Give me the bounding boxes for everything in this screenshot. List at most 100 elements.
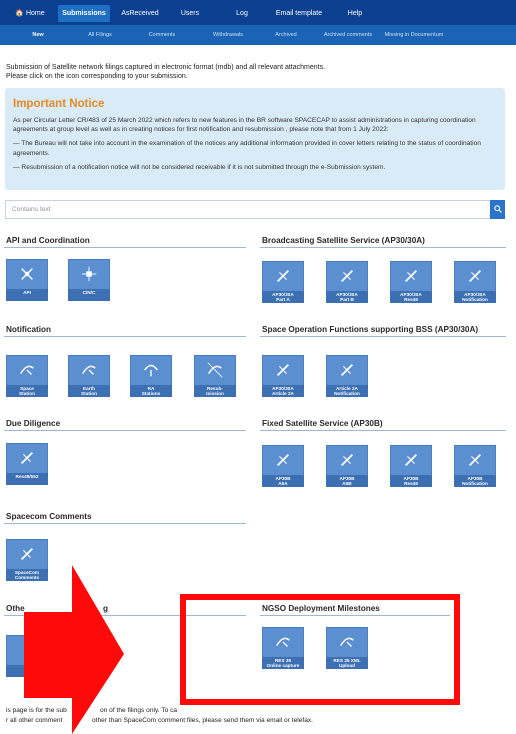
satellite-icon [340,269,354,283]
search-placeholder: Contains text [12,206,51,213]
satellite-icon [468,269,482,283]
tile-label: Article 2A Notification [326,385,368,397]
tile-label: RA Stations [130,385,172,397]
section-title-spacecom-comments: Spacecom Comments [6,512,92,521]
subnav-archived-comments[interactable]: Archived comments [318,25,378,45]
section-divider [4,430,246,431]
section-divider [4,336,246,337]
tile-label: API [6,289,48,301]
satellite-dish-icon [207,362,223,378]
tile-res49-552[interactable]: Res49/552 [6,443,48,485]
tile-spacecom-comments[interactable]: SpaceCom Comments [6,539,48,581]
notice-paragraph-1: As per Circular Letter CR/483 of 25 Marc… [13,117,476,134]
tile-label: Earth Station [68,385,110,397]
page: 🏠 Home Submissions AsReceived Users Log … [0,0,516,734]
subnav-withdrawals[interactable]: Withdrawals [200,25,256,45]
subnav-archived[interactable]: Archived [266,25,306,45]
tile-resubmission[interactable]: Resub- mission [194,355,236,397]
highlight-box [180,594,460,705]
satellite-icon [20,451,34,465]
footer-line-1-start: is page is for the sub [6,707,67,714]
antenna-grid-icon [81,266,97,282]
intro-line-1: Submission of Satellite network filings … [6,64,326,71]
tile-label: AP30B A6A [262,475,304,487]
tile-ra-stations[interactable]: RA Stations [130,355,172,397]
section-title-other-start: Othe [6,604,25,613]
satellite-icon [340,453,354,467]
satellite-icon [404,453,418,467]
intro-line-2: Please click on the icon corresponding t… [6,73,188,80]
satellite-icon [276,269,290,283]
intro-text: Submission of Satellite network filings … [6,63,325,81]
nav-home[interactable]: 🏠 Home [4,5,56,22]
tile-api[interactable]: API [6,259,48,301]
subnav-all-filings[interactable]: All Filings [76,25,124,45]
section-divider [4,523,246,524]
tile-ap30b-a6a[interactable]: AP30B A6A [262,445,304,487]
nav-log[interactable]: Log [222,5,262,22]
sub-navigation: New All Filings Comments Withdrawals Arc… [0,25,516,45]
nav-asreceived[interactable]: AsReceived [112,5,168,22]
tile-label: AP30/30A Part A [262,291,304,303]
tile-ap30-30a-part-b[interactable]: AP30/30A Part B [326,261,368,303]
notice-paragraph-2: — The Bureau will not take into account … [13,140,481,157]
tile-label: AP30/30A Res49 [390,291,432,303]
notice-body: As per Circular Letter CR/483 of 25 Marc… [13,116,501,177]
important-notice: Important Notice As per Circular Letter … [5,88,505,190]
footer-line-1-end: on of the filings only. To ca [100,707,178,714]
subnav-missing-in-documentum[interactable]: Missing in Documentum [378,25,450,45]
tile-space-station[interactable]: Space Station [6,355,48,397]
tile-cnc[interactable]: C/N/C [68,259,110,301]
tile-label: C/N/C [68,289,110,301]
search-icon [493,205,502,213]
tile-label: Space Station [6,385,48,397]
section-title-due-diligence: Due Diligence [6,419,61,428]
tile-label: AP30B Notification [454,475,496,487]
tile-other[interactable]: Ot [6,635,48,677]
notice-title: Important Notice [13,98,105,110]
tile-ap30-30a-notification[interactable]: AP30/30A Notification [454,261,496,303]
tile-article-2a-notification[interactable]: Article 2A Notification [326,355,368,397]
nav-submissions[interactable]: Submissions [58,5,110,22]
subnav-comments[interactable]: Comments [138,25,186,45]
section-title-fss: Fixed Satellite Service (AP30B) [262,419,383,428]
search-button[interactable] [490,200,505,219]
satellite-icon [21,268,33,280]
tile-label: Ot [6,665,48,677]
nav-users[interactable]: Users [170,5,210,22]
tile-ap30b-res49[interactable]: AP30B Res49 [390,445,432,487]
section-title-notification: Notification [6,325,52,334]
tile-label: AP30/30A Part B [326,291,368,303]
tile-ap30b-notification[interactable]: AP30B Notification [454,445,496,487]
tile-ap30-30a-res49[interactable]: AP30/30A Res49 [390,261,432,303]
section-divider [260,430,506,431]
tile-ap30-30a-article-2a[interactable]: AP30/30A Article 2A [262,355,304,397]
section-title-other-end: g [103,604,109,613]
tile-ap30-30a-part-a[interactable]: AP30/30A Part A [262,261,304,303]
tile-ap30b-a6b[interactable]: AP30B A6B [326,445,368,487]
top-navigation: 🏠 Home Submissions AsReceived Users Log … [0,0,516,25]
notice-paragraph-3: — Resubmission of a notification notice … [13,163,386,171]
footer-line-2-start: r all other comment [6,717,63,724]
section-divider [260,336,506,337]
search-input[interactable]: Contains text [5,200,491,219]
tile-label: AP30B A6B [326,475,368,487]
tile-label: AP30/30A Notification [454,291,496,303]
satellite-dish-icon [82,365,96,375]
satellite-icon [468,453,482,467]
nav-help[interactable]: Help [334,5,376,22]
satellite-icon [276,453,290,467]
tile-label: Resub- mission [194,385,236,397]
subnav-new[interactable]: New [18,25,58,45]
satellite-icon [20,547,34,561]
section-divider [260,247,506,248]
tile-label: SpaceCom Comments [6,569,48,581]
tile-label: AP30B Res49 [390,475,432,487]
tile-earth-station[interactable]: Earth Station [68,355,110,397]
tile-label: Res49/552 [6,473,48,485]
satellite-icon [340,363,354,377]
footer-line-2-end: other than SpaceCom comment files, pleas… [92,717,314,724]
nav-email-template[interactable]: Email template [270,5,328,22]
tile-label: AP30/30A Article 2A [262,385,304,397]
satellite-icon [404,269,418,283]
